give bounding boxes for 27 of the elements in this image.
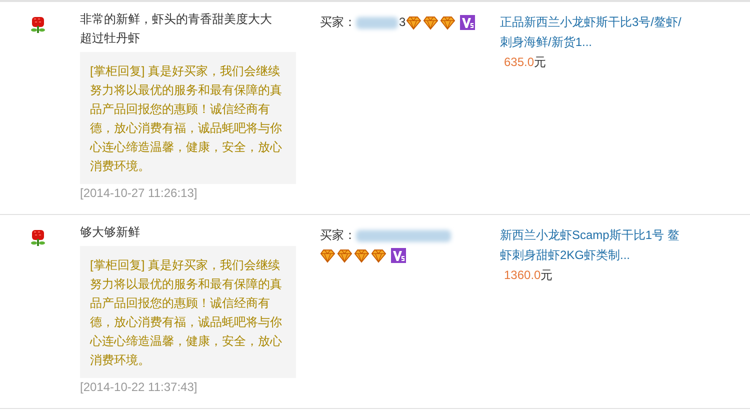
product-link[interactable]: 正品新西兰小龙虾斯干比3号/鳌虾/刺身海鲜/新货1... — [500, 12, 690, 52]
diamond-icon — [440, 16, 455, 30]
diamond-icon — [320, 248, 335, 263]
price: 635.0 — [504, 55, 534, 69]
review-time: [2014-10-27 11:26:13] — [80, 186, 198, 200]
review-time: [2014-10-22 11:37:43] — [80, 380, 198, 394]
buyer-label: 买家： — [320, 15, 356, 29]
diamond-icon — [337, 248, 352, 263]
buyer-name: 3 — [399, 15, 406, 29]
flower-icon — [30, 16, 46, 34]
currency: 元 — [540, 268, 553, 282]
review-text: 够大够新鲜 — [80, 224, 141, 241]
vip-badge-icon — [391, 248, 406, 264]
flower-icon — [30, 229, 46, 247]
diamond-icon — [406, 16, 421, 30]
buyer-label: 买家： — [320, 228, 356, 242]
currency: 元 — [534, 55, 546, 69]
diamond-icon — [371, 248, 386, 263]
review-text: 非常的新鲜，虾头的青香甜美度大大超过牡丹虾 — [80, 11, 273, 47]
vip-badge-icon — [460, 15, 476, 30]
price: 1360.0 — [504, 268, 541, 282]
diamond-icon — [422, 16, 438, 30]
diamond-icon — [354, 248, 369, 263]
blurred-name — [356, 16, 398, 29]
seller-reply: [掌柜回复] 真是好买家，我们会继续努力将以最优的服务和最有保障的真品产品回报您的惠顾！诚信经商有德，放心消费有福，诚品蚝吧将与你心连心缔造温馨，健康，安全，放心消费环境。 — [80, 52, 296, 184]
product-link[interactable]: 新西兰小龙虾Scamp斯干比1号 鳌虾刺身甜虾2KG虾类制... — [500, 225, 690, 265]
seller-reply: [掌柜回复] 真是好买家，我们会继续努力将以最优的服务和最有保障的真品产品回报您的惠顾！诚信经商有德，放心消费有福，诚品蚝吧将与你心连心缔造温馨，健康，安全，放心消费环境。 — [80, 246, 296, 378]
